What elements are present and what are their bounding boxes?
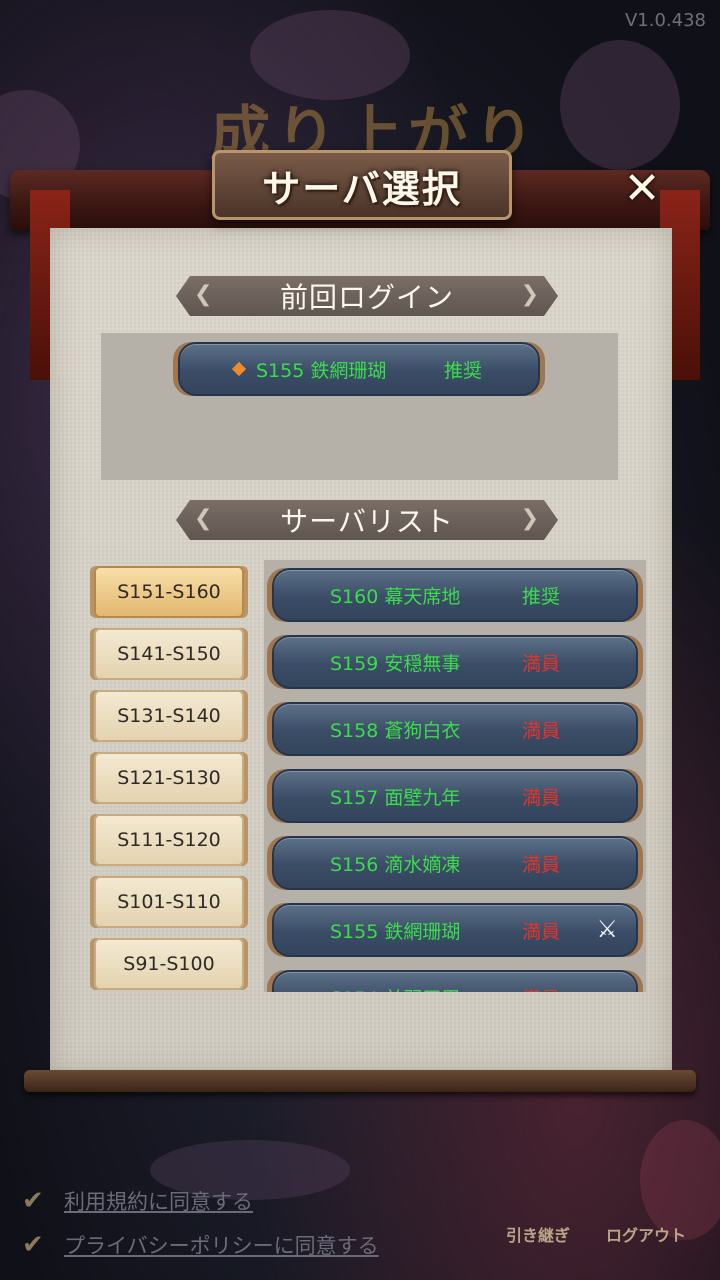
terms-link[interactable]: 利用規約に同意する [64,1186,253,1216]
server-name: S155 鉄網珊瑚 [330,920,461,943]
server-status: 満員 [522,786,561,809]
privacy-link[interactable]: プライバシーポリシーに同意する [64,1230,379,1260]
check-icon[interactable]: ✔ [22,1186,54,1216]
server-name: S159 安穏無事 [330,652,461,675]
close-x-icon: ✕ [623,162,661,214]
dialog-title-plate: サーバ選択 [212,150,512,220]
ornament-left-icon: ❮ [194,282,214,307]
server-name: S154 羊羽王甲 [330,984,460,993]
server-status: 満員 [522,920,561,943]
range-tab-s111-s120[interactable]: S111-S120 [94,814,244,866]
server-row-s160[interactable]: S160 幕天席地 推奨 [272,568,638,622]
close-button[interactable]: ✕ [612,160,672,216]
ornament-right-icon: ❯ [520,282,540,307]
check-icon[interactable]: ✔ [22,1230,54,1260]
ornament-right-icon: ❯ [520,506,540,531]
range-tab-label: S91-S100 [123,953,215,975]
server-status: 推奨 [444,359,483,382]
range-tab-s121-s130[interactable]: S121-S130 [94,752,244,804]
ornament-left-icon: ❮ [194,506,214,531]
range-tab-s101-s110[interactable]: S101-S110 [94,876,244,928]
range-tab-s91-s100[interactable]: S91-S100 [94,938,244,990]
range-tab-label: S111-S120 [117,829,221,851]
range-tab-s141-s150[interactable]: S141-S150 [94,628,244,680]
server-name: S158 蒼狗白衣 [330,719,461,742]
version-label: V1.0.438 [624,10,706,31]
dialog-title: サーバ選択 [262,165,462,211]
last-login-header: ❮ 前回ログイン ❯ [176,276,558,316]
logout-button[interactable]: ログアウト [606,1222,686,1246]
transfer-button[interactable]: 引き継ぎ [506,1222,570,1246]
scroll-frame-bottom [24,1070,696,1092]
crossed-swords-icon: ⚔ [596,915,618,943]
server-status: 満員 [522,719,561,742]
server-list-header: ❮ サーバリスト ❯ [176,500,558,540]
last-login-marker-icon [231,361,247,377]
server-name: S157 面壁九年 [330,786,461,809]
range-tab-label: S121-S130 [117,767,221,789]
server-row-s157[interactable]: S157 面壁九年 満員 [272,769,638,823]
server-name: S156 滴水嫡凍 [330,853,461,876]
range-tab-label: S151-S160 [117,581,221,603]
server-row-s158[interactable]: S158 蒼狗白衣 満員 [272,702,638,756]
range-tab-s151-s160[interactable]: S151-S160 [94,566,244,618]
server-row-s156[interactable]: S156 滴水嫡凍 満員 [272,836,638,890]
server-list[interactable]: S160 幕天席地 推奨 S159 安穏無事 満員 S158 蒼狗白衣 満員 S… [264,560,646,992]
server-row-s155[interactable]: S155 鉄網珊瑚 満員 ⚔ [272,903,638,957]
range-tab-label: S131-S140 [117,705,221,727]
server-status: 満員 [522,853,561,876]
server-status: 満員 [522,984,560,993]
privacy-agreement-row[interactable]: ✔ プライバシーポリシーに同意する [22,1230,379,1260]
server-name: S160 幕天席地 [330,585,461,608]
terms-agreement-row[interactable]: ✔ 利用規約に同意する [22,1186,253,1216]
background-logo: 成り上がり [210,100,540,170]
range-tab-s131-s140[interactable]: S131-S140 [94,690,244,742]
server-status: 推奨 [522,585,561,608]
server-name: S155 鉄網珊瑚 [256,359,387,382]
server-list-header-label: サーバリスト [280,505,454,538]
server-status: 満員 [522,652,561,675]
background-blossom [560,40,680,170]
range-tab-label: S141-S150 [117,643,221,665]
range-tab-label: S101-S110 [117,891,221,913]
last-login-server-button[interactable]: S155 鉄網珊瑚 推奨 [178,342,540,396]
server-row-s159[interactable]: S159 安穏無事 満員 [272,635,638,689]
server-row-s154[interactable]: S154 羊羽王甲 満員 [272,970,638,992]
last-login-header-label: 前回ログイン [279,281,454,314]
